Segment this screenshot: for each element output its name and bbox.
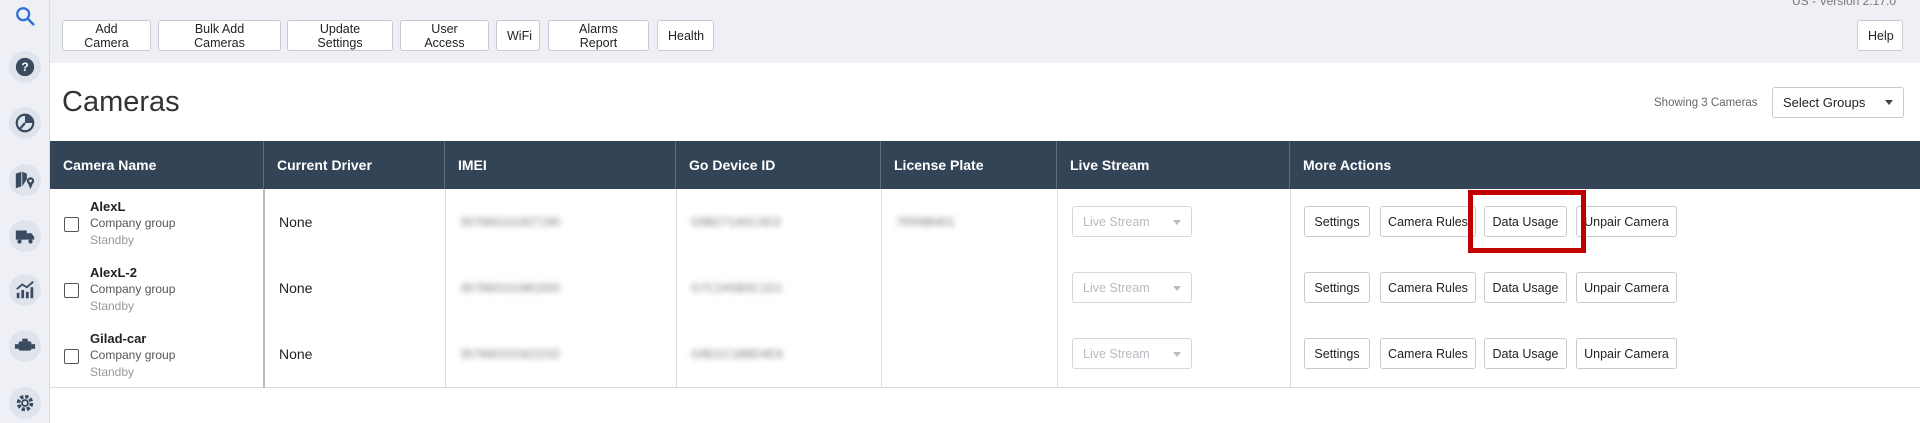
camera-name[interactable]: Gilad-car bbox=[90, 331, 146, 346]
cameras-table: Camera Name Current Driver IMEI Go Devic… bbox=[50, 141, 1920, 388]
data-usage-button[interactable]: Data Usage bbox=[1484, 272, 1567, 303]
live-stream-dropdown[interactable]: Live Stream bbox=[1072, 338, 1192, 369]
live-stream-dropdown[interactable]: Live Stream bbox=[1072, 272, 1192, 303]
table-row: AlexL Company group Standby None 3576601… bbox=[50, 189, 1920, 255]
bulk-add-cameras-button[interactable]: Bulk Add Cameras bbox=[158, 20, 281, 51]
imei-value: 357660101881920 bbox=[460, 281, 561, 295]
help-button[interactable]: Help bbox=[1857, 20, 1903, 51]
settings-button[interactable]: Settings bbox=[1304, 206, 1370, 237]
camera-rules-button[interactable]: Camera Rules bbox=[1380, 206, 1476, 237]
header-more-actions[interactable]: More Actions bbox=[1290, 141, 1920, 189]
table-header: Camera Name Current Driver IMEI Go Devic… bbox=[50, 141, 1920, 189]
alarms-report-button[interactable]: Alarms Report bbox=[548, 20, 649, 51]
row-checkbox[interactable] bbox=[64, 217, 79, 232]
camera-group: Company group bbox=[90, 348, 176, 362]
select-groups-label: Select Groups bbox=[1783, 95, 1866, 110]
user-access-button[interactable]: User Access bbox=[400, 20, 489, 51]
header-license-plate[interactable]: License Plate bbox=[881, 141, 1057, 189]
pie-chart-icon[interactable] bbox=[9, 107, 41, 139]
header-camera-name[interactable]: Camera Name bbox=[50, 141, 264, 189]
camera-name[interactable]: AlexL-2 bbox=[90, 265, 137, 280]
camera-group: Company group bbox=[90, 282, 176, 296]
sidebar: ? bbox=[0, 0, 50, 423]
page-title: Cameras bbox=[62, 86, 180, 118]
header-go-device-id[interactable]: Go Device ID bbox=[676, 141, 881, 189]
truck-icon[interactable] bbox=[9, 220, 41, 252]
camera-icon[interactable] bbox=[9, 330, 41, 362]
live-stream-label: Live Stream bbox=[1083, 280, 1150, 295]
toolbar: US - Version 2.17.0 Add Camera Bulk Add … bbox=[50, 0, 1920, 63]
unpair-camera-button[interactable]: Unpair Camera bbox=[1576, 338, 1677, 369]
camera-status: Standby bbox=[90, 233, 135, 247]
row-checkbox[interactable] bbox=[64, 283, 79, 298]
analytics-icon[interactable] bbox=[9, 274, 41, 306]
svg-text:?: ? bbox=[21, 60, 28, 74]
current-driver: None bbox=[279, 346, 313, 362]
unpair-camera-button[interactable]: Unpair Camera bbox=[1576, 272, 1677, 303]
table-row: AlexL-2 Company group Standby None 35766… bbox=[50, 255, 1920, 321]
search-icon[interactable] bbox=[9, 0, 41, 32]
settings-button[interactable]: Settings bbox=[1304, 272, 1370, 303]
license-plate-value: 7RR8B401 bbox=[896, 215, 955, 229]
current-driver: None bbox=[279, 214, 313, 230]
imei-value: 357660101922232 bbox=[460, 347, 561, 361]
header-imei[interactable]: IMEI bbox=[445, 141, 676, 189]
current-driver: None bbox=[279, 280, 313, 296]
select-groups-dropdown[interactable]: Select Groups bbox=[1772, 87, 1904, 118]
update-settings-button[interactable]: Update Settings bbox=[287, 20, 393, 51]
go-device-id-value: G9B271A5C4D3 bbox=[691, 215, 781, 229]
camera-rules-button[interactable]: Camera Rules bbox=[1380, 272, 1476, 303]
go-device-id-value: G7C2A5B3C1D1 bbox=[691, 281, 783, 295]
camera-count: Showing 3 Cameras bbox=[1654, 97, 1758, 109]
wifi-button[interactable]: WiFi bbox=[496, 20, 540, 51]
chevron-down-icon bbox=[1885, 100, 1893, 105]
health-button[interactable]: Health bbox=[657, 20, 714, 51]
camera-status: Standby bbox=[90, 365, 135, 379]
live-stream-label: Live Stream bbox=[1083, 214, 1150, 229]
settings-button[interactable]: Settings bbox=[1304, 338, 1370, 369]
imei-value: 357660101927190 bbox=[460, 215, 561, 229]
settings-icon[interactable] bbox=[9, 387, 41, 419]
camera-name[interactable]: AlexL bbox=[90, 199, 125, 214]
chevron-down-icon bbox=[1173, 220, 1181, 225]
data-usage-highlight bbox=[1468, 190, 1586, 253]
table-row: Gilad-car Company group Standby None 357… bbox=[50, 321, 1920, 387]
camera-rules-button[interactable]: Camera Rules bbox=[1380, 338, 1476, 369]
add-camera-button[interactable]: Add Camera bbox=[62, 20, 151, 51]
go-device-id-value: G9D1C1B8D4E9 bbox=[691, 347, 783, 361]
data-usage-button[interactable]: Data Usage bbox=[1484, 338, 1567, 369]
row-checkbox[interactable] bbox=[64, 349, 79, 364]
chevron-down-icon bbox=[1173, 286, 1181, 291]
help-icon[interactable]: ? bbox=[9, 51, 41, 83]
camera-status: Standby bbox=[90, 299, 135, 313]
live-stream-dropdown[interactable]: Live Stream bbox=[1072, 206, 1192, 237]
header-current-driver[interactable]: Current Driver bbox=[264, 141, 445, 189]
version-label: US - Version 2.17.0 bbox=[1791, 0, 1896, 8]
map-pin-icon[interactable] bbox=[9, 164, 41, 196]
chevron-down-icon bbox=[1173, 352, 1181, 357]
live-stream-label: Live Stream bbox=[1083, 346, 1150, 361]
header-live-stream[interactable]: Live Stream bbox=[1057, 141, 1290, 189]
unpair-camera-button[interactable]: Unpair Camera bbox=[1576, 206, 1677, 237]
camera-group: Company group bbox=[90, 216, 176, 230]
